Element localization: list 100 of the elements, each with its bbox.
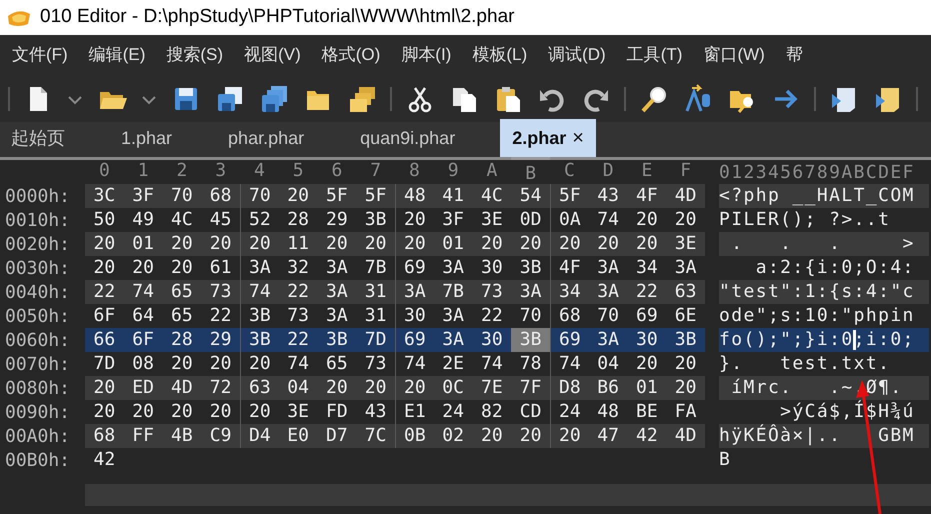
hex-byte[interactable]: 82 xyxy=(472,400,512,424)
hex-byte[interactable]: 68 xyxy=(201,184,240,208)
hex-byte[interactable]: 30 xyxy=(472,328,512,352)
menu-item[interactable]: 文件(F) xyxy=(12,42,68,68)
hex-byte[interactable]: 61 xyxy=(201,256,240,280)
hex-byte[interactable]: 4C xyxy=(162,208,202,232)
hex-byte[interactable]: 4B xyxy=(162,424,202,448)
hex-byte[interactable]: 3B xyxy=(356,208,395,232)
hex-byte[interactable]: 5F xyxy=(318,184,356,208)
hex-byte[interactable]: BE xyxy=(628,400,666,424)
hex-byte[interactable]: 7B xyxy=(434,280,472,304)
hex-byte[interactable]: 20 xyxy=(162,232,202,256)
hex-byte[interactable]: 08 xyxy=(124,352,162,376)
menu-item[interactable]: 帮 xyxy=(786,42,803,68)
hex-byte[interactable]: 0D xyxy=(511,208,550,232)
hex-byte[interactable]: 01 xyxy=(434,232,472,256)
hex-byte[interactable]: 63 xyxy=(666,280,705,304)
hex-byte[interactable]: 43 xyxy=(356,400,395,424)
hex-byte[interactable]: 3A xyxy=(434,328,472,352)
menu-item[interactable]: 调试(D) xyxy=(548,42,606,68)
hex-byte[interactable]: 78 xyxy=(511,352,550,376)
hex-byte[interactable]: D4 xyxy=(240,424,279,448)
hex-byte[interactable]: 20 xyxy=(628,352,666,376)
hex-byte[interactable]: 20 xyxy=(162,256,202,280)
horizontal-scrollbar[interactable] xyxy=(85,484,931,506)
tab[interactable]: phar.phar xyxy=(217,119,316,157)
hex-byte[interactable]: 68 xyxy=(85,424,124,448)
hex-byte[interactable]: 28 xyxy=(162,328,202,352)
menu-item[interactable]: 窗口(W) xyxy=(703,42,765,68)
hex-byte[interactable]: 20 xyxy=(124,256,162,280)
hex-byte[interactable]: 2E xyxy=(434,352,472,376)
hex-byte[interactable]: 54 xyxy=(511,184,550,208)
hex-byte[interactable]: 20 xyxy=(124,400,162,424)
hex-byte[interactable]: 3F xyxy=(124,184,162,208)
hex-byte[interactable]: 04 xyxy=(588,352,628,376)
hex-byte[interactable]: 6F xyxy=(124,328,162,352)
hex-byte[interactable]: 3F xyxy=(434,208,472,232)
hex-byte[interactable]: 20 xyxy=(162,352,202,376)
hex-byte[interactable]: 74 xyxy=(588,208,628,232)
hex-byte[interactable]: 3A xyxy=(434,256,472,280)
hex-byte[interactable]: 70 xyxy=(588,304,628,328)
hex-byte[interactable]: 01 xyxy=(628,376,666,400)
hex-byte[interactable]: 20 xyxy=(550,424,589,448)
hex-byte[interactable]: 01 xyxy=(124,232,162,256)
hex-byte[interactable]: 30 xyxy=(472,256,512,280)
hex-byte[interactable]: 45 xyxy=(201,208,240,232)
hex-byte[interactable]: 3E xyxy=(278,400,318,424)
hex-byte[interactable]: 4D xyxy=(666,424,705,448)
hex-byte[interactable]: 7B xyxy=(356,256,395,280)
hex-byte[interactable]: 7E xyxy=(472,376,512,400)
hex-byte[interactable]: 20 xyxy=(162,400,202,424)
hex-byte[interactable]: 34 xyxy=(628,256,666,280)
tab[interactable]: 1.phar xyxy=(110,119,184,157)
hex-byte[interactable]: C9 xyxy=(201,424,240,448)
hex-byte[interactable]: 42 xyxy=(85,448,124,472)
hex-byte[interactable]: 3E xyxy=(472,208,512,232)
hex-byte[interactable]: 47 xyxy=(588,424,628,448)
hex-byte[interactable]: 22 xyxy=(472,304,512,328)
hex-byte[interactable]: 3C xyxy=(85,184,124,208)
hex-byte[interactable]: CD xyxy=(511,400,550,424)
hex-byte[interactable]: 3B xyxy=(318,328,356,352)
hex-byte[interactable]: 69 xyxy=(628,304,666,328)
hex-byte[interactable]: 20 xyxy=(628,208,666,232)
hex-byte[interactable]: 7D xyxy=(356,328,395,352)
hex-byte[interactable]: 20 xyxy=(85,232,124,256)
hex-byte[interactable]: 70 xyxy=(162,184,202,208)
hex-byte[interactable]: 41 xyxy=(434,184,472,208)
hex-byte[interactable]: 3A xyxy=(588,328,628,352)
hex-byte[interactable]: 5F xyxy=(356,184,395,208)
hex-byte[interactable]: 3E xyxy=(666,232,705,256)
tab[interactable]: 2.phar × xyxy=(500,119,596,157)
hex-byte[interactable]: 20 xyxy=(85,256,124,280)
hex-byte[interactable]: 30 xyxy=(628,328,666,352)
hex-byte[interactable]: 20 xyxy=(472,424,512,448)
hex-byte[interactable]: 20 xyxy=(628,232,666,256)
hex-byte[interactable]: 31 xyxy=(356,304,395,328)
hex-byte[interactable]: 0C xyxy=(434,376,472,400)
hex-byte[interactable]: 3A xyxy=(588,256,628,280)
hex-byte[interactable]: ED xyxy=(124,376,162,400)
hex-byte[interactable]: 04 xyxy=(278,376,318,400)
hex-byte[interactable]: 22 xyxy=(278,328,318,352)
menu-item[interactable]: 编辑(E) xyxy=(88,42,146,68)
hex-byte[interactable]: 20 xyxy=(201,352,240,376)
tab[interactable]: quan9i.phar xyxy=(349,119,466,157)
hex-byte[interactable]: 66 xyxy=(85,328,124,352)
hex-byte[interactable]: 32 xyxy=(278,256,318,280)
hex-byte[interactable]: 7F xyxy=(511,376,550,400)
hex-byte[interactable]: 64 xyxy=(124,304,162,328)
hex-byte[interactable]: 4D xyxy=(162,376,202,400)
hex-byte[interactable]: 20 xyxy=(318,376,356,400)
hex-byte[interactable]: 3A xyxy=(511,280,550,304)
hex-byte[interactable]: 20 xyxy=(666,376,705,400)
hex-byte[interactable]: 65 xyxy=(318,352,356,376)
hex-byte[interactable]: 20 xyxy=(356,376,395,400)
hex-byte[interactable]: 20 xyxy=(85,400,124,424)
hex-byte[interactable]: 20 xyxy=(201,400,240,424)
hex-byte[interactable]: 6F xyxy=(85,304,124,328)
hex-byte[interactable]: 20 xyxy=(278,184,318,208)
menu-item[interactable]: 视图(V) xyxy=(244,42,301,68)
hex-byte[interactable]: 20 xyxy=(511,232,550,256)
